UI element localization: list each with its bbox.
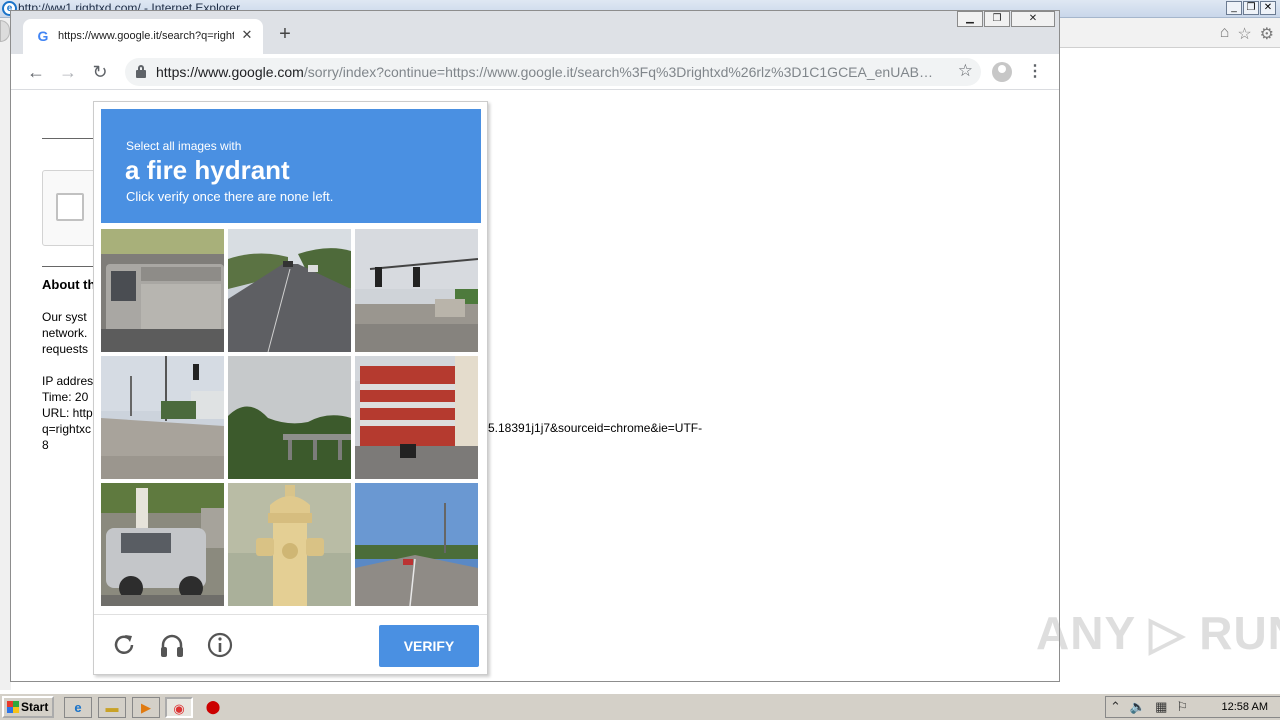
captcha-tile-road-cars[interactable] <box>228 229 351 352</box>
detail-line: 8 <box>42 438 49 452</box>
reload-icon[interactable] <box>110 631 138 659</box>
windows-flag-icon <box>7 701 19 713</box>
profile-avatar-icon[interactable] <box>992 62 1012 82</box>
system-tray: ⌃ 🔈 ▦ ⚐ 12:58 AM <box>1105 696 1280 718</box>
back-button[interactable]: ← <box>25 61 47 83</box>
captcha-tile-bridge-trees[interactable] <box>228 356 351 479</box>
reload-button[interactable]: ↻ <box>89 61 111 83</box>
captcha-header: Select all images with a fire hydrant Cl… <box>101 109 481 223</box>
address-bar[interactable]: https://www.google.com/sorry/index?conti… <box>125 58 981 86</box>
url-path: /sorry/index?continue=https://www.google… <box>303 64 933 80</box>
tab-title: https://www.google.it/search?q=rightxd <box>58 30 234 42</box>
ie-icon[interactable]: e <box>64 697 92 718</box>
url-host: https://www.google.com <box>156 64 304 80</box>
detail-line: IP addres <box>42 374 94 388</box>
about-heading: About th <box>42 277 96 292</box>
paragraph-line: requests <box>42 342 89 356</box>
folder-icon[interactable]: ▬ <box>98 697 126 718</box>
star-icon[interactable]: ☆ <box>1237 24 1251 44</box>
ie-restore-button[interactable]: ❐ <box>1243 1 1259 15</box>
ie-minimize-button[interactable]: _ <box>1226 1 1242 15</box>
close-window-button[interactable]: ✕ <box>1011 11 1055 27</box>
captcha-challenge: Select all images with a fire hydrant Cl… <box>93 101 488 675</box>
arrow-up-icon[interactable]: ⌃ <box>1110 699 1121 715</box>
new-tab-button[interactable]: + <box>275 24 295 44</box>
network-icon[interactable]: ▦ <box>1155 699 1167 715</box>
ie-close-button[interactable]: ✕ <box>1260 1 1276 15</box>
tab-close-icon[interactable]: ✕ <box>239 27 255 43</box>
captcha-instruction: Select all images with <box>126 139 242 153</box>
menu-icon[interactable]: ⋮ <box>1027 62 1043 82</box>
active-tab[interactable]: G https://www.google.it/search?q=rightxd… <box>23 19 263 54</box>
verify-button[interactable]: VERIFY <box>379 625 479 667</box>
bookmark-star-icon[interactable]: ☆ <box>958 61 973 81</box>
chrome-window-controls: ▁ ❐ ✕ <box>957 11 1055 27</box>
captcha-image-grid <box>101 229 481 609</box>
detail-line: Time: 20 <box>42 390 89 404</box>
captcha-tile-road-lights[interactable] <box>101 356 224 479</box>
captcha-tile-pickup-truck[interactable] <box>101 229 224 352</box>
detail-line: q=rightxc <box>42 422 92 436</box>
lock-icon <box>136 65 146 78</box>
captcha-tile-traffic-light[interactable] <box>355 229 478 352</box>
media-icon[interactable]: ▶ <box>132 697 160 718</box>
taskbar: Start e ▬ ▶ ◉ ⬤ ⌃ 🔈 ▦ ⚐ 12:58 AM <box>0 693 1280 720</box>
captcha-tile-highway[interactable] <box>355 483 478 606</box>
chrome-icon[interactable]: ◉ <box>165 697 193 718</box>
ie-window-controls: _ ❐ ✕ <box>1226 1 1276 15</box>
captcha-footer: VERIFY <box>94 614 487 674</box>
captcha-tile-brick-building[interactable] <box>355 356 478 479</box>
paragraph-line: network. <box>42 326 88 340</box>
flag-icon[interactable]: ⚐ <box>1176 699 1188 715</box>
captcha-tile-parked-suv[interactable] <box>101 483 224 606</box>
tab-strip: G https://www.google.it/search?q=rightxd… <box>11 11 1059 54</box>
forward-button[interactable]: → <box>57 61 79 83</box>
recaptcha-checkbox[interactable] <box>56 193 84 221</box>
google-favicon-icon: G <box>37 28 49 44</box>
url-tail-text: 5.18391j1j7&sourceid=chrome&ie=UTF- <box>488 421 703 435</box>
home-icon[interactable]: ⌂ <box>1220 24 1230 44</box>
start-label: Start <box>21 700 49 714</box>
start-button[interactable]: Start <box>2 696 54 718</box>
captcha-target: a fire hydrant <box>125 155 290 185</box>
headphones-icon[interactable] <box>158 631 186 659</box>
anyrun-watermark: ANY ▷ RUN <box>1036 607 1280 659</box>
volume-icon[interactable]: 🔈 <box>1130 699 1146 715</box>
paragraph-line: Our syst <box>42 310 87 324</box>
ie-toolbar: ⌂ ☆ ⚙ <box>1060 18 1280 48</box>
url-text[interactable]: https://www.google.com/sorry/index?conti… <box>156 64 946 80</box>
stop-icon[interactable]: ⬤ <box>199 697 227 718</box>
minimize-button[interactable]: ▁ <box>957 11 983 27</box>
clock: 12:58 AM <box>1221 701 1268 713</box>
detail-line: URL: http <box>42 406 93 420</box>
browser-toolbar: ← → ↻ https://www.google.com/sorry/index… <box>11 54 1059 90</box>
info-icon[interactable] <box>206 631 234 659</box>
captcha-subinstruction: Click verify once there are none left. <box>126 189 334 204</box>
restore-button[interactable]: ❐ <box>984 11 1010 27</box>
gear-icon[interactable]: ⚙ <box>1260 24 1274 44</box>
captcha-tile-fire-hydrant[interactable] <box>228 483 351 606</box>
